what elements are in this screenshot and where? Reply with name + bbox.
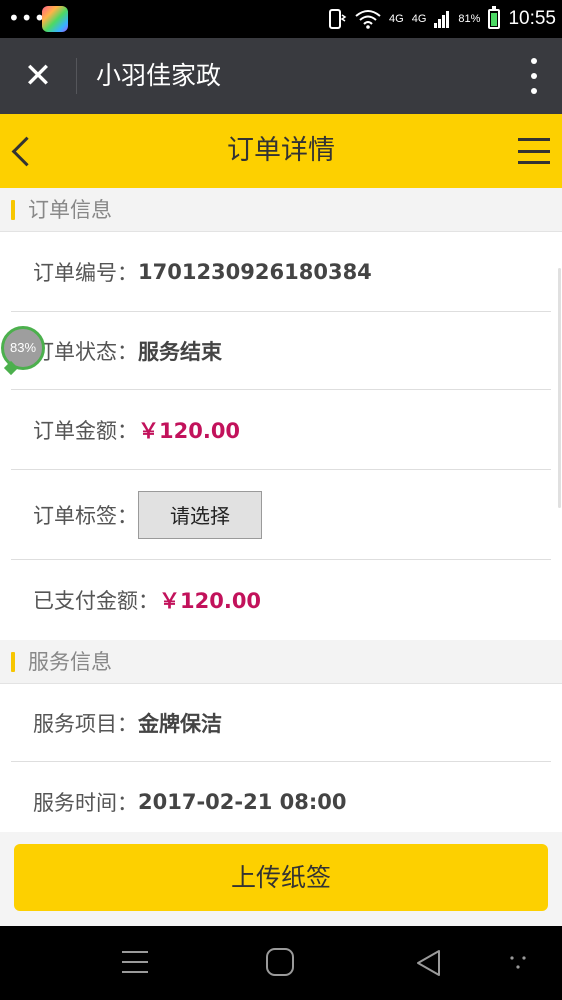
service-item-label: 服务项目： [33,711,138,736]
status-bar-right: 4G 4G 81% 10:55 [325,0,556,38]
system-navigation-bar [0,926,562,1000]
phone-vibrate-icon [329,9,347,29]
clock: 10:55 [508,8,556,29]
app-notification-icon [42,6,68,32]
order-status-label: 订单状态： [33,339,138,364]
order-number-value: 1701230926180384 [138,259,372,284]
network-type-top: 4G [389,12,404,25]
signal-strength-icon [434,11,450,28]
section-order-info: 订单信息 [0,188,562,232]
order-status-value: 服务结束 [138,339,222,364]
service-item-row: 服务项目： 金牌保洁 [11,684,551,762]
battery-percent: 81% [458,12,481,25]
service-time-value: 2017-02-21 08:00 [138,789,347,814]
order-tag-select[interactable]: 请选择 [138,490,262,539]
back-icon[interactable] [414,948,444,978]
paid-amount-row: 已支付金额： ￥120.00 [11,560,551,640]
menu-icon[interactable] [122,951,148,973]
more-dots-icon[interactable] [508,954,528,970]
order-tag-row: 订单标签： 请选择 [11,470,551,560]
order-amount-label: 订单金额： [33,418,138,443]
hamburger-menu-icon[interactable] [518,138,550,164]
service-time-row: 服务时间： 2017-02-21 08:00 [11,762,551,832]
scrollbar[interactable] [558,268,561,508]
order-tag-label: 订单标签： [33,503,138,528]
order-number-label: 订单编号： [33,260,138,285]
app-title: 小羽佳家政 [96,61,222,90]
bottom-action-bar: 上传纸签 [0,832,562,926]
order-detail-content[interactable]: 订单信息 订单编号： 1701230926180384 订单状态： 服务结束 订… [0,188,562,832]
paid-amount-label: 已支付金额： [33,589,159,613]
order-number-row: 订单编号： 1701230926180384 [11,232,551,312]
home-icon[interactable] [266,948,294,976]
section-marker [11,652,15,672]
battery-icon [488,6,501,29]
status-bar: ••• 4G 4G 81% 10:55 [0,0,562,38]
progress-bubble[interactable]: 83% [1,326,45,370]
section-title: 订单信息 [28,198,112,222]
order-amount-value: ￥120.00 [138,418,241,443]
order-amount-row: 订单金额： ￥120.00 [11,390,551,470]
service-time-label: 服务时间： [33,790,138,815]
title-divider [76,58,77,94]
paid-amount-value: ￥120.00 [159,589,262,613]
more-options-icon[interactable] [524,56,544,96]
upload-signature-button[interactable]: 上传纸签 [14,844,548,911]
network-type-bottom: 4G [411,12,427,25]
section-marker [11,200,15,220]
browser-title-bar: ✕ 小羽佳家政 [0,38,562,114]
order-status-row: 订单状态： 服务结束 [11,312,551,390]
page-title: 订单详情 [227,135,335,166]
service-item-value: 金牌保洁 [138,711,222,736]
notification-dots: ••• [8,6,47,30]
page-header: 订单详情 [0,114,562,188]
section-service-info: 服务信息 [0,640,562,684]
close-icon[interactable]: ✕ [20,58,56,94]
wifi-icon [355,10,381,29]
section-title: 服务信息 [28,650,112,674]
